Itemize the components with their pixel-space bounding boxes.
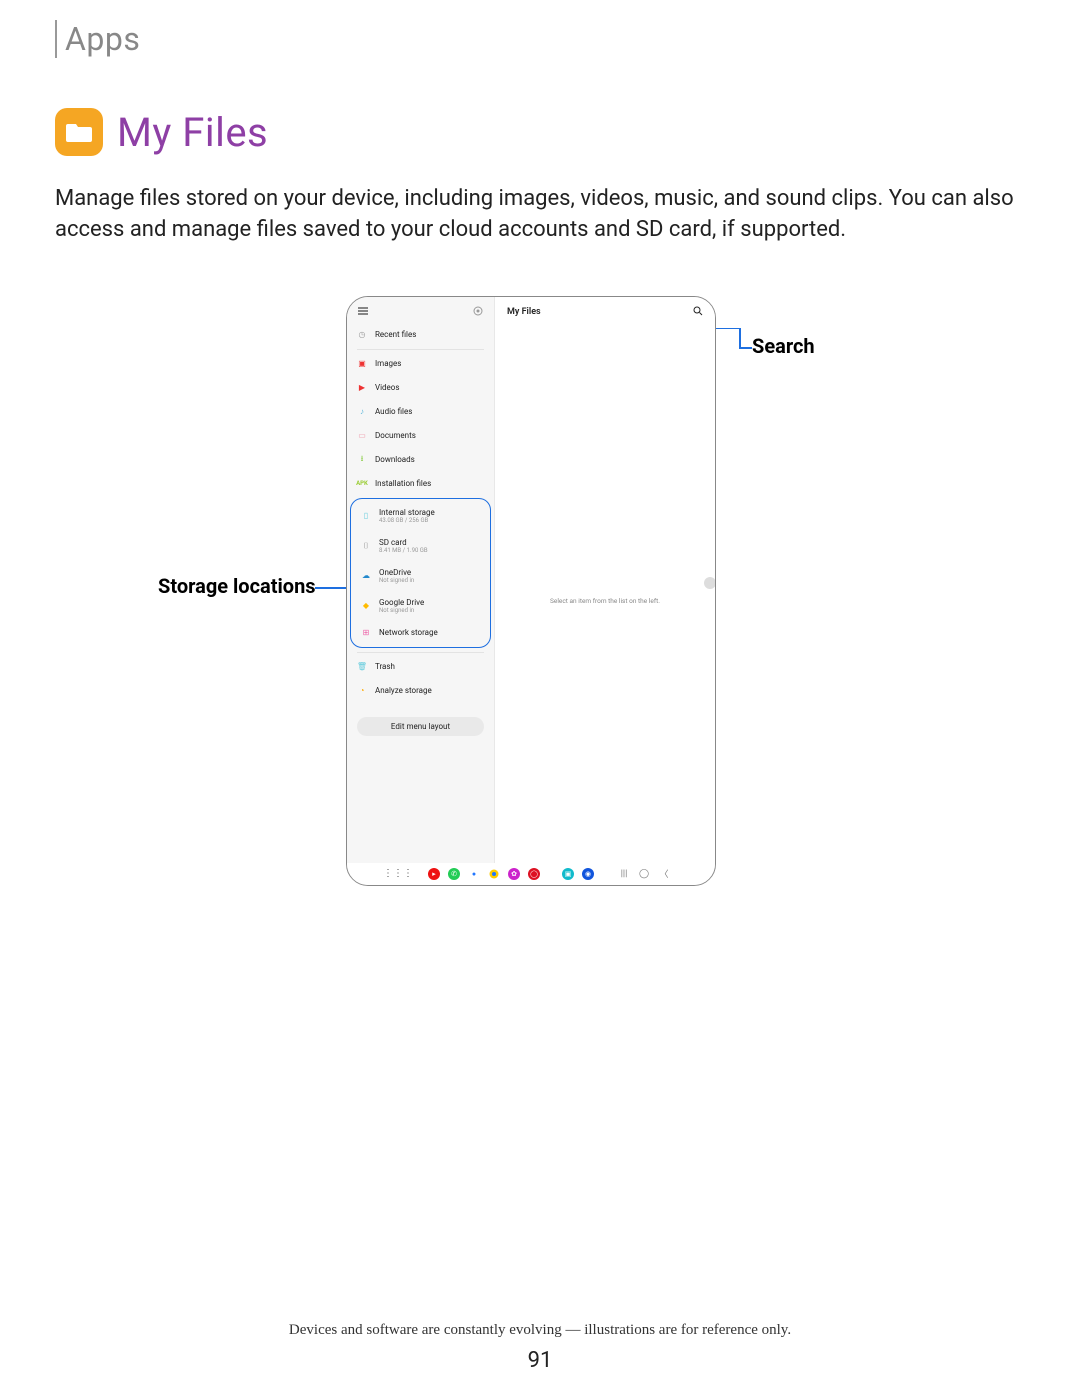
- hamburger-icon[interactable]: [357, 305, 369, 317]
- sidebar-item-label: OneDrive: [379, 568, 414, 577]
- gdrive-icon: ◆: [361, 601, 371, 611]
- apk-icon: APK: [357, 479, 367, 489]
- sidebar-item-analyze[interactable]: ◔ Analyze storage: [347, 679, 494, 703]
- sidebar-item-recent[interactable]: ◷ Recent files: [347, 323, 494, 347]
- sidebar-item-documents[interactable]: ▭ Documents: [347, 424, 494, 448]
- sidebar-item-installation[interactable]: APK Installation files: [347, 472, 494, 496]
- sidebar-item-label: Network storage: [379, 628, 438, 637]
- title-row: My Files: [55, 108, 1025, 156]
- sidebar-item-label: Documents: [375, 431, 416, 440]
- edit-menu-layout-button[interactable]: Edit menu layout: [357, 717, 484, 736]
- sidebar-item-label: Recent files: [375, 330, 416, 339]
- video-icon: ▶: [357, 383, 367, 393]
- sidebar-item-sub: Not signed in: [379, 607, 424, 614]
- sidebar: ◷ Recent files ▣ Images ▶ Videos ♪ Audi: [347, 297, 495, 863]
- sidebar-item-label: Downloads: [375, 455, 415, 464]
- sidebar-item-images[interactable]: ▣ Images: [347, 352, 494, 376]
- trash-icon: 🗑: [357, 662, 367, 672]
- dock-messages-icon[interactable]: ●: [468, 868, 480, 880]
- main-title: My Files: [507, 307, 541, 317]
- sidebar-item-label: Internal storage: [379, 508, 435, 517]
- sidebar-item-onedrive[interactable]: ☁ OneDrive Not signed in: [351, 561, 490, 591]
- callout-storage: Storage locations: [158, 574, 316, 598]
- sidebar-item-sub: 8.41 MB / 1.90 GB: [379, 547, 428, 554]
- sidebar-item-label: SD card: [379, 538, 428, 547]
- gear-icon[interactable]: [472, 305, 484, 317]
- onedrive-icon: ☁: [361, 571, 371, 581]
- storage-locations-group: ▯ Internal storage 43.08 GB / 256 GB ⌷ S…: [350, 498, 491, 648]
- section-header-text: Apps: [61, 20, 1025, 58]
- image-icon: ▣: [357, 359, 367, 369]
- sidebar-item-internal[interactable]: ▯ Internal storage 43.08 GB / 256 GB: [351, 501, 490, 531]
- sidebar-item-label: Images: [375, 359, 401, 368]
- network-icon: ⊞: [361, 628, 371, 638]
- sidebar-item-label: Trash: [375, 662, 395, 671]
- main-pane: My Files Select an item from the list on…: [495, 297, 715, 863]
- divider: [357, 652, 484, 653]
- download-icon: ⭳: [357, 455, 367, 465]
- divider: [357, 349, 484, 350]
- callout-search: Search: [752, 334, 815, 358]
- document-icon: ▭: [357, 431, 367, 441]
- sidebar-item-sdcard[interactable]: ⌷ SD card 8.41 MB / 1.90 GB: [351, 531, 490, 561]
- section-header: Apps: [55, 20, 1025, 58]
- search-icon[interactable]: [693, 306, 703, 319]
- sidebar-item-label: Google Drive: [379, 598, 424, 607]
- dock-recent-1-icon[interactable]: ▣: [562, 868, 574, 880]
- analyze-icon: ◔: [357, 686, 367, 696]
- sidebar-item-videos[interactable]: ▶ Videos: [347, 376, 494, 400]
- dock-app-1-icon[interactable]: ▸: [428, 868, 440, 880]
- apps-grid-icon[interactable]: ⋮⋮⋮: [392, 868, 404, 880]
- edge-panel-handle[interactable]: [704, 577, 716, 589]
- page-title: My Files: [117, 109, 268, 156]
- sidebar-item-audio[interactable]: ♪ Audio files: [347, 400, 494, 424]
- empty-hint: Select an item from the list on the left…: [495, 597, 715, 605]
- footnote: Devices and software are constantly evol…: [0, 1322, 1080, 1339]
- dock-camera-icon[interactable]: ◯: [528, 868, 540, 880]
- phone-icon: ▯: [361, 511, 371, 521]
- sdcard-icon: ⌷: [361, 541, 371, 551]
- sidebar-item-gdrive[interactable]: ◆ Google Drive Not signed in: [351, 591, 490, 621]
- clock-icon: ◷: [357, 330, 367, 340]
- sidebar-item-label: Videos: [375, 383, 399, 392]
- taskbar: ⋮⋮⋮ ▸ ✆ ● ✿ ◯ ▣ ◉ ||| ◯ 〈: [347, 863, 715, 885]
- dock-phone-icon[interactable]: ✆: [448, 868, 460, 880]
- sidebar-item-sub: Not signed in: [379, 577, 414, 584]
- sidebar-item-trash[interactable]: 🗑 Trash: [347, 655, 494, 679]
- device-frame: ◷ Recent files ▣ Images ▶ Videos ♪ Audi: [346, 296, 716, 886]
- sidebar-item-sub: 43.08 GB / 256 GB: [379, 517, 435, 524]
- sidebar-item-downloads[interactable]: ⭳ Downloads: [347, 448, 494, 472]
- sidebar-item-label: Audio files: [375, 407, 412, 416]
- illustration-area: Search Storage locations ◷: [55, 296, 1025, 916]
- sidebar-item-label: Installation files: [375, 479, 431, 488]
- folder-icon: [55, 108, 103, 156]
- sidebar-item-label: Analyze storage: [375, 686, 432, 695]
- sidebar-item-network[interactable]: ⊞ Network storage: [351, 621, 490, 645]
- nav-recents-icon[interactable]: |||: [618, 869, 630, 879]
- audio-icon: ♪: [357, 407, 367, 417]
- nav-home-icon[interactable]: ◯: [638, 869, 650, 879]
- dock-chrome-icon[interactable]: [488, 868, 500, 880]
- nav-back-icon[interactable]: 〈: [658, 867, 670, 880]
- page-number: 91: [0, 1348, 1080, 1373]
- dock-recent-2-icon[interactable]: ◉: [582, 868, 594, 880]
- intro-paragraph: Manage files stored on your device, incl…: [55, 184, 1025, 246]
- dock-gallery-icon[interactable]: ✿: [508, 868, 520, 880]
